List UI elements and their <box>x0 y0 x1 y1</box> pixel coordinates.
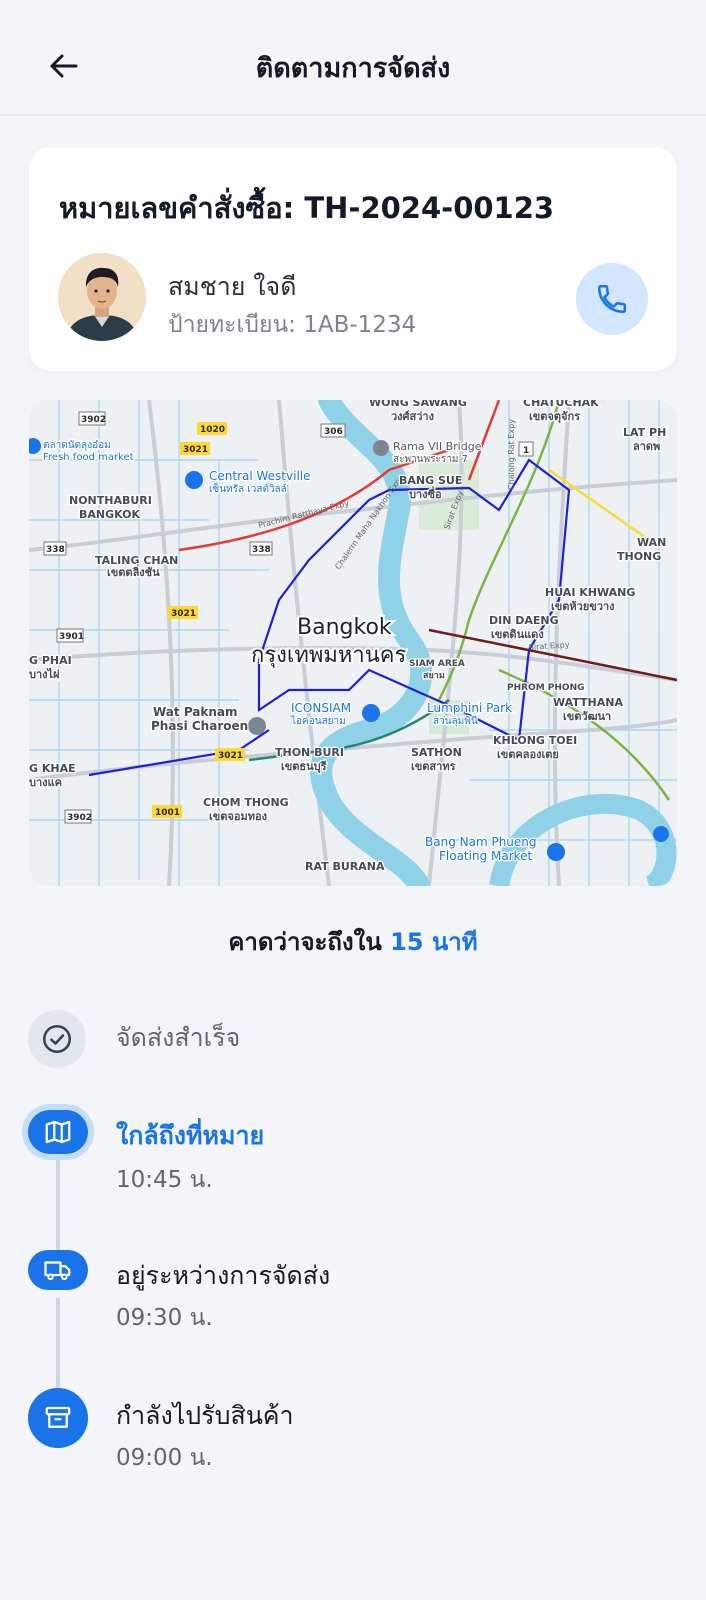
road-shield: 1 <box>523 446 529 456</box>
map-poi-label: Floating Market <box>439 849 533 863</box>
map-place-label: BANGKOK <box>79 508 141 521</box>
map-poi-label: Bang Nam Phueng <box>425 835 537 849</box>
app-header: ติดตามการจัดส่ง <box>0 0 706 116</box>
map-place-label: KHLONG TOEI <box>493 734 577 747</box>
driver-avatar <box>58 253 146 341</box>
driver-photo <box>58 253 146 341</box>
map-poi-label: ตลาดนัดลุงอ๋อม <box>43 439 111 451</box>
map-place-label: เขตตลิ่งชัน <box>107 564 160 579</box>
timeline-step-time: 10:45 น. <box>116 1167 213 1193</box>
truck-icon <box>44 1261 71 1281</box>
map-place-label: CHATUCHAK <box>523 400 599 409</box>
timeline-connector <box>56 1298 60 1398</box>
map-place-label: BANG SUE <box>399 474 462 487</box>
map-place-label: WAN <box>637 536 666 549</box>
map-poi-label: ไอคอนสยาม <box>290 715 346 727</box>
order-card: หมายเลขคำสั่งซื้อ: TH-2024-00123 สมชาย ใ… <box>29 147 677 371</box>
road-label: Chalong Rat Expy <box>507 419 516 490</box>
map-place-label: บางไผ่ <box>29 667 60 681</box>
map-poi-label: สวนลุมพินี <box>433 715 478 727</box>
eta-prefix: คาดว่าจะถึงใน <box>228 928 382 956</box>
map-poi-label: ICONSIAM <box>291 701 351 715</box>
call-driver-button[interactable] <box>576 263 648 335</box>
driver-name: สมชาย ใจดี <box>168 272 297 301</box>
phone-icon <box>597 284 627 314</box>
map-poi-label: สะพานพระราม 7 <box>393 454 468 465</box>
map-place-label: THON BURI <box>275 746 344 759</box>
map-place-label: เขตจตุจักร <box>529 410 580 424</box>
map-place-label: Phasi Charoen <box>151 719 248 733</box>
map-place-label: สยาม <box>423 671 445 681</box>
map-poi-label: เซ็นทรัล เวสต์วิลล์ <box>209 481 287 495</box>
timeline-step-time: 09:30 น. <box>116 1305 213 1331</box>
map-place-label: NONTHABURI <box>69 494 152 507</box>
map-city-label: Bangkok <box>297 615 392 640</box>
map-icon <box>45 1120 71 1144</box>
eta-text: คาดว่าจะถึงใน 15 นาที <box>0 922 706 961</box>
archive-box-icon <box>45 1406 71 1428</box>
map-place-label: G KHAE <box>29 762 76 775</box>
road-shield: 3901 <box>59 632 84 642</box>
timeline-step-title: กำลังไปรับสินค้า <box>116 1401 294 1430</box>
map-place-label: WATTHANA <box>553 696 623 709</box>
timeline-step-title: จัดส่งสำเร็จ <box>116 1023 241 1052</box>
license-plate: ป้ายทะเบียน: 1AB-1234 <box>168 312 417 338</box>
map-place-label: DIN DAENG <box>489 614 559 627</box>
timeline-step-title: ใกล้ถึงที่หมาย <box>116 1121 265 1150</box>
map-place-label: SIAM AREA <box>409 659 465 669</box>
map-place-label: บางแค <box>29 776 62 789</box>
eta-value: 15 นาที <box>390 928 478 956</box>
map-place-label: CHOM THONG <box>203 796 289 809</box>
map-place-label: Wat Paknam <box>153 705 238 719</box>
map-place-label: WONG SAWANG <box>369 400 467 409</box>
map-place-label: เขตดินแดง <box>491 628 544 641</box>
timeline-step-icon <box>28 1388 88 1448</box>
map-place-label: PHROM PHONG <box>507 683 585 693</box>
road-shield: 338 <box>252 545 271 555</box>
road-shield: 306 <box>324 427 343 437</box>
road-shield: 3021 <box>171 609 196 619</box>
map-place-label: วงศ์สว่าง <box>391 410 434 423</box>
map-place-label: เขตห้วยขวาง <box>551 600 615 613</box>
map-place-label: THONG <box>617 550 661 563</box>
map-place-label: บางซื่อ <box>409 486 442 501</box>
map-poi-label: Fresh food market <box>43 452 134 463</box>
map-place-label: เขตคลองเตย <box>497 748 559 761</box>
road-shield: 1020 <box>200 425 225 435</box>
road-shield: 338 <box>46 545 65 555</box>
map-place-label: เขตวัฒนา <box>563 710 611 723</box>
road-shield: 3021 <box>183 445 208 455</box>
road-shield: 3021 <box>218 751 243 761</box>
map-place-label: เขตธนบุรี <box>281 760 327 774</box>
map-place-label: RAT BURANA <box>305 860 385 873</box>
map-poi-label: Rama VII Bridge <box>393 440 482 453</box>
road-shield: 1001 <box>155 808 180 818</box>
map-city-label-thai: กรุงเทพมหานคร <box>251 643 407 668</box>
map-place-label: เขตสาทร <box>411 760 456 773</box>
map-place-label: เขตจอมทอง <box>209 810 267 823</box>
delivery-map[interactable]: 3902 1020 306 3021 338 338 3021 3901 302… <box>29 400 677 886</box>
order-number: หมายเลขคำสั่งซื้อ: TH-2024-00123 <box>59 191 555 225</box>
map-place-label: G PHAI <box>29 654 72 667</box>
road-shield: 3902 <box>67 813 92 823</box>
map-poi-label: Lumphini Park <box>427 701 512 715</box>
map-place-label: SATHON <box>411 746 462 759</box>
map-place-label: LAT PH <box>623 426 666 439</box>
timeline-connector <box>56 1160 60 1260</box>
timeline-step-icon <box>28 1250 88 1290</box>
map-place-label: ลาดพ <box>633 440 660 453</box>
timeline-step-done-icon <box>28 1010 86 1068</box>
timeline-step-title: อยู่ระหว่างการจัดส่ง <box>116 1261 331 1290</box>
map-poi-label: Central Westville <box>209 469 311 483</box>
timeline-step-time: 09:00 น. <box>116 1445 213 1471</box>
timeline-step-current-icon <box>28 1110 88 1154</box>
page-title: ติดตามการจัดส่ง <box>255 53 451 84</box>
map-place-label: HUAI KHWANG <box>545 586 635 599</box>
check-circle-icon <box>42 1024 72 1054</box>
road-shield: 3902 <box>81 415 106 425</box>
map-canvas[interactable]: 3902 1020 306 3021 338 338 3021 3901 302… <box>29 400 677 886</box>
